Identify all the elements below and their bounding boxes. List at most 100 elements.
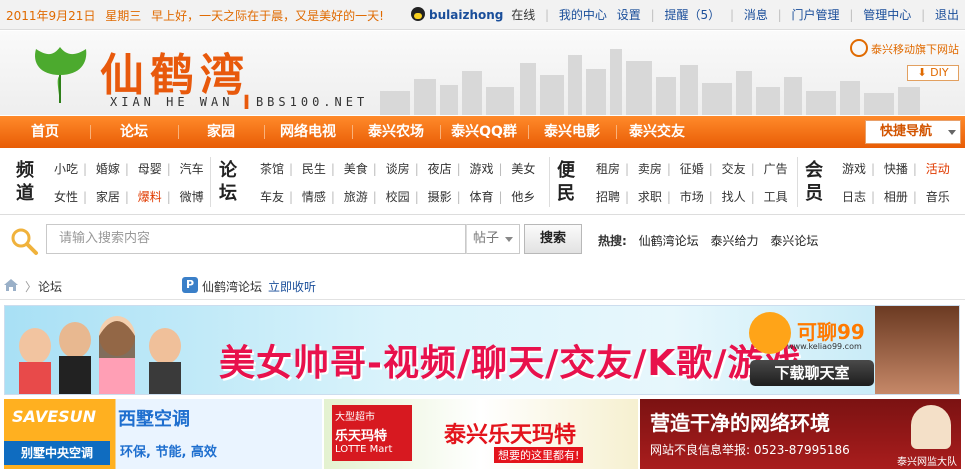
- link-snacks[interactable]: 小吃: [54, 160, 78, 177]
- group-title-members: 会员: [805, 160, 823, 204]
- chat-ad-brand: 可聊99: [797, 320, 865, 344]
- lotte-ad-title: 泰兴乐天玛特: [444, 423, 577, 448]
- link-ads[interactable]: 广告: [764, 160, 788, 177]
- link-sports[interactable]: 体育: [469, 188, 493, 205]
- forum-row: 茶馆 | 民生 | 美食 | 谈房 | 夜店 | 游戏 | 美女: [260, 160, 536, 177]
- diy-button[interactable]: ⬇ DIY: [907, 65, 959, 81]
- link-carclub[interactable]: 车友: [260, 188, 284, 205]
- logout-link[interactable]: 退出: [935, 8, 959, 22]
- divider: [549, 157, 550, 207]
- link-home[interactable]: 家居: [96, 188, 120, 205]
- mobile-sponsor[interactable]: 泰兴移动旗下网站: [850, 39, 959, 57]
- messages-link[interactable]: 消息: [744, 8, 768, 22]
- link-wedding[interactable]: 婚嫁: [96, 160, 120, 177]
- link-friends[interactable]: 交友: [722, 160, 746, 177]
- link-breaking[interactable]: 爆料: [138, 188, 162, 205]
- admin-center-link[interactable]: 管理中心: [863, 8, 911, 22]
- nav-farm[interactable]: 泰兴农场: [352, 116, 440, 148]
- site-logo[interactable]: 仙鹤湾: [100, 39, 250, 103]
- link-market[interactable]: 市场: [680, 188, 704, 205]
- link-blog[interactable]: 日志: [842, 188, 866, 205]
- divider: |: [849, 8, 854, 22]
- lotte-logo-top: 大型超市: [335, 412, 375, 423]
- my-center-link[interactable]: 我的中心: [559, 8, 607, 22]
- link-women[interactable]: 女性: [54, 188, 78, 205]
- search-button[interactable]: 搜索: [524, 224, 582, 254]
- nav-home-space[interactable]: 家园: [178, 116, 264, 148]
- link-nightclub[interactable]: 夜店: [428, 160, 452, 177]
- reminder-link[interactable]: 提醒（5）: [664, 8, 720, 22]
- channel-links: 频道 小吃 | 婚嫁 | 母婴 | 汽车 女性 | 家居 | 爆料 | 微博 论坛 茶馆 | …: [0, 149, 965, 215]
- link-car[interactable]: 汽车: [180, 160, 204, 177]
- link-music[interactable]: 音乐: [926, 188, 950, 205]
- link-travel[interactable]: 旅游: [344, 188, 368, 205]
- link-album[interactable]: 相册: [884, 188, 908, 205]
- link-campus[interactable]: 校园: [386, 188, 410, 205]
- link-food[interactable]: 美食: [344, 160, 368, 177]
- nav-qq-group[interactable]: 泰兴QQ群: [440, 116, 528, 148]
- link-events[interactable]: 活动: [926, 160, 950, 177]
- qq-icon: [411, 7, 425, 21]
- home-icon[interactable]: [4, 279, 18, 291]
- download-chatroom-button[interactable]: 下载聊天室: [750, 360, 874, 386]
- link-matchmaking[interactable]: 征婚: [680, 160, 704, 177]
- divider: |: [921, 8, 926, 22]
- quick-nav-dropdown[interactable]: 快捷导航: [865, 120, 961, 144]
- hot-search-link[interactable]: 泰兴论坛: [770, 234, 818, 248]
- hot-search-label: 热搜:: [598, 234, 627, 248]
- chat-banner-ad[interactable]: 美女帅哥-视频/聊天/交友/K歌/游戏 可聊99 www.keliao99.co…: [4, 305, 960, 395]
- chevron-down-icon: [505, 237, 513, 242]
- internet-police-ad[interactable]: 营造干净的网络环境 网站不良信息举报: 0523-87995186 泰兴网监大队: [640, 399, 961, 469]
- link-teahouse[interactable]: 茶馆: [260, 160, 284, 177]
- police-ad-hotline: 网站不良信息举报: 0523-87995186: [650, 443, 850, 457]
- link-qvod[interactable]: 快播: [884, 160, 908, 177]
- group-title-forum: 论坛: [219, 160, 237, 204]
- follow-link[interactable]: 立即收听: [268, 278, 316, 295]
- link-weibo[interactable]: 微博: [180, 188, 204, 205]
- members-row: 游戏 | 快播 | 活动: [842, 160, 950, 177]
- nav-forum[interactable]: 论坛: [90, 116, 178, 148]
- link-baby[interactable]: 母婴: [138, 160, 162, 177]
- online-status: 在线: [511, 8, 536, 22]
- link-member-games[interactable]: 游戏: [842, 160, 866, 177]
- divider: [797, 157, 798, 207]
- search-input[interactable]: 请输入搜索内容: [46, 224, 466, 254]
- forum-name: 仙鹤湾论坛: [202, 280, 263, 294]
- portal-admin-link[interactable]: 门户管理: [792, 8, 840, 22]
- settings-link[interactable]: 设置: [617, 8, 641, 22]
- breadcrumb-current[interactable]: 论坛: [38, 278, 62, 295]
- main-nav: 首页 论坛 家园 网络电视 泰兴农场 泰兴QQ群 泰兴电影 泰兴交友 快捷导航: [0, 116, 965, 148]
- link-sell-house[interactable]: 卖房: [638, 160, 662, 177]
- aircon-ad[interactable]: SAVESUN 别墅中央空调 西墅空调 环保, 节能, 高效: [4, 399, 322, 469]
- link-find-people[interactable]: 找人: [722, 188, 746, 205]
- ginkgo-leaf-icon: [35, 47, 87, 103]
- lotte-logo-en: LOTTE Mart: [335, 444, 393, 455]
- link-livelihood[interactable]: 民生: [302, 160, 326, 177]
- nav-dating[interactable]: 泰兴交友: [616, 116, 698, 148]
- link-games[interactable]: 游戏: [469, 160, 493, 177]
- search-type-select[interactable]: 帖子: [466, 224, 520, 254]
- hot-search-link[interactable]: 泰兴给力: [710, 234, 758, 248]
- link-photo[interactable]: 摄影: [428, 188, 452, 205]
- nav-movie[interactable]: 泰兴电影: [528, 116, 616, 148]
- link-hiring[interactable]: 招聘: [596, 188, 620, 205]
- nav-home[interactable]: 首页: [0, 116, 90, 148]
- link-emotion[interactable]: 情感: [302, 188, 326, 205]
- hot-search-link[interactable]: 仙鹤湾论坛: [639, 234, 699, 248]
- forum-app-icon: P: [182, 277, 198, 293]
- services-row: 招聘 | 求职 | 市场 | 找人 | 工具: [596, 188, 788, 205]
- link-beauty[interactable]: 美女: [511, 160, 535, 177]
- greeting-text: 早上好，一天之际在于晨，又是美好的一天!: [151, 9, 384, 23]
- link-job-seek[interactable]: 求职: [638, 188, 662, 205]
- link-elsewhere[interactable]: 他乡: [511, 188, 535, 205]
- nav-web-tv[interactable]: 网络电视: [264, 116, 352, 148]
- link-tools[interactable]: 工具: [764, 188, 788, 205]
- link-housing[interactable]: 谈房: [386, 160, 410, 177]
- police-ad-tag: 泰兴网监大队: [897, 457, 957, 468]
- aircon-ad-tag: 别墅中央空调: [4, 441, 110, 465]
- date-text: 2011年9月21日: [6, 9, 96, 23]
- link-rent[interactable]: 租房: [596, 160, 620, 177]
- username-link[interactable]: bulaizhong: [429, 8, 503, 22]
- services-row: 租房 | 卖房 | 征婚 | 交友 | 广告: [596, 160, 788, 177]
- lotte-mart-ad[interactable]: 大型超市 乐天玛特 LOTTE Mart 泰兴乐天玛特 想要的这里都有!: [324, 399, 638, 469]
